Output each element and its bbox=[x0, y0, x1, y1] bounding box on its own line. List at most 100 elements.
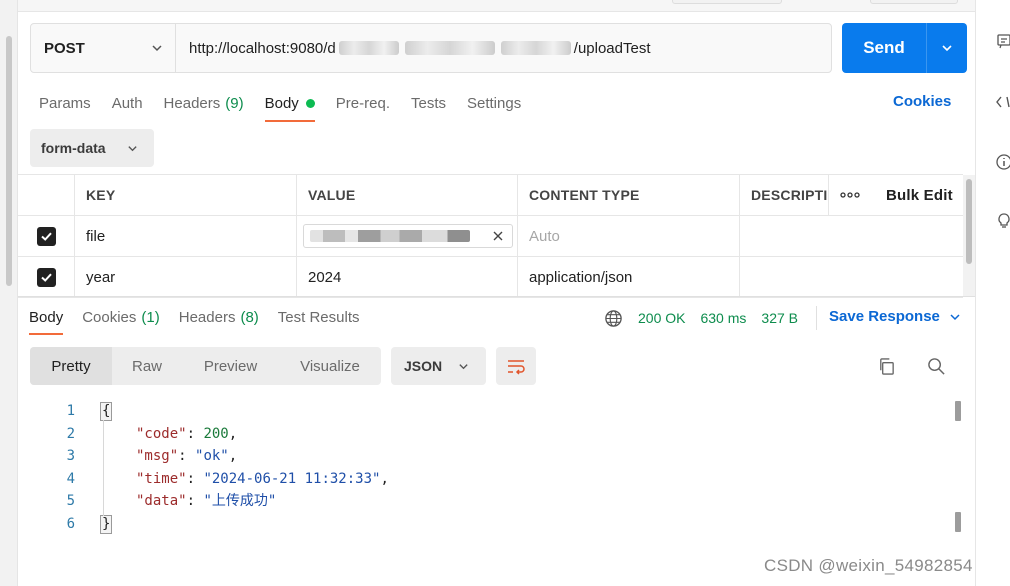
json-key: "code" bbox=[136, 425, 187, 442]
code-scrollbar-marker[interactable] bbox=[955, 401, 961, 421]
redacted-filename bbox=[310, 230, 470, 242]
column-header-value: VALUE bbox=[296, 175, 517, 215]
documentation-icon[interactable] bbox=[996, 33, 1010, 49]
copy-icon[interactable] bbox=[877, 357, 896, 376]
json-key: "time" bbox=[136, 470, 187, 487]
format-label: JSON bbox=[404, 358, 443, 374]
lightbulb-icon[interactable] bbox=[996, 213, 1010, 229]
tab-tests[interactable]: Tests bbox=[411, 90, 446, 116]
wrap-lines-button[interactable] bbox=[496, 347, 536, 385]
response-tab-body[interactable]: Body bbox=[29, 304, 64, 335]
chevron-down-icon bbox=[950, 313, 960, 320]
description-input[interactable] bbox=[739, 257, 963, 297]
response-tab-cookies[interactable]: Cookies (1) bbox=[82, 304, 160, 330]
row-checkbox[interactable] bbox=[36, 226, 56, 246]
active-dot-icon bbox=[305, 98, 315, 108]
view-visualize[interactable]: Visualize bbox=[279, 347, 381, 385]
column-header-content-type: CONTENT TYPE bbox=[517, 175, 739, 215]
save-response-label: Save Response bbox=[829, 308, 940, 325]
json-string: "上传成功" bbox=[203, 493, 277, 509]
column-header-description: DESCRIPTI bbox=[739, 175, 828, 215]
tab-auth[interactable]: Auth bbox=[112, 90, 143, 116]
json-trail: , bbox=[228, 448, 238, 464]
file-chip[interactable] bbox=[303, 224, 513, 248]
top-ghost-button bbox=[672, 0, 782, 4]
params-table: KEY VALUE CONTENT TYPE DESCRIPTI Bulk Ed… bbox=[18, 174, 963, 298]
row-checkbox-cell bbox=[18, 216, 74, 256]
request-bar: POST http://localhost:9080/d /uploadTest bbox=[30, 23, 832, 73]
send-button[interactable]: Send bbox=[842, 23, 967, 73]
status-code[interactable]: 200 OK bbox=[638, 310, 685, 326]
bulk-edit-button[interactable]: Bulk Edit bbox=[874, 175, 963, 215]
view-preview[interactable]: Preview bbox=[182, 347, 279, 385]
content-type-input[interactable]: application/json bbox=[517, 257, 739, 297]
response-tab-test-results[interactable]: Test Results bbox=[278, 304, 360, 330]
format-select[interactable]: JSON bbox=[391, 347, 486, 385]
redacted-url-part bbox=[500, 41, 571, 55]
json-key: "data" bbox=[136, 493, 187, 509]
json-sep: : bbox=[186, 493, 204, 509]
method-label: POST bbox=[44, 39, 85, 57]
tab-body[interactable]: Body bbox=[264, 90, 316, 122]
line-number: 3 bbox=[66, 448, 75, 464]
chevron-down-icon bbox=[152, 45, 162, 52]
tab-label: Settings bbox=[467, 94, 522, 112]
pane-divider[interactable] bbox=[18, 296, 975, 297]
row-checkbox[interactable] bbox=[36, 267, 56, 287]
code-line: } bbox=[100, 513, 113, 536]
code-icon[interactable] bbox=[996, 94, 1010, 110]
param-value[interactable]: 2024 bbox=[296, 257, 517, 297]
view-raw[interactable]: Raw bbox=[112, 347, 182, 385]
tab-headers[interactable]: Headers (9) bbox=[164, 90, 244, 116]
method-select[interactable]: POST bbox=[31, 24, 176, 72]
info-icon[interactable] bbox=[996, 154, 1010, 170]
line-number: 6 bbox=[66, 515, 75, 532]
param-value[interactable] bbox=[296, 216, 517, 256]
wrap-lines-icon bbox=[508, 360, 525, 375]
tab-pre-request[interactable]: Pre-req. bbox=[336, 90, 390, 116]
more-options-icon[interactable] bbox=[828, 175, 874, 215]
view-mode-segment: Pretty Raw Preview Visualize bbox=[30, 347, 381, 385]
url-start: http://localhost:9080/d bbox=[189, 39, 336, 57]
tab-label: Body bbox=[29, 308, 64, 326]
code-scrollbar-marker[interactable] bbox=[955, 512, 961, 532]
tab-settings[interactable]: Settings bbox=[467, 90, 521, 116]
globe-icon[interactable] bbox=[604, 309, 623, 328]
save-response-button[interactable]: Save Response bbox=[829, 308, 961, 325]
tab-label: Headers bbox=[178, 308, 236, 326]
body-mode-select[interactable]: form-data bbox=[30, 129, 154, 167]
response-size[interactable]: 327 B bbox=[761, 310, 798, 326]
code-line: { bbox=[100, 400, 113, 423]
close-icon[interactable] bbox=[492, 230, 504, 242]
line-number: 4 bbox=[66, 470, 75, 487]
params-scrollbar[interactable] bbox=[963, 175, 975, 296]
line-number: 5 bbox=[66, 493, 75, 509]
tab-label: Params bbox=[39, 94, 91, 112]
view-pretty[interactable]: Pretty bbox=[30, 347, 112, 385]
url-input[interactable]: http://localhost:9080/d /uploadTest bbox=[176, 24, 831, 72]
param-key[interactable]: file bbox=[74, 216, 296, 256]
checkmark-icon bbox=[40, 232, 52, 241]
left-scrollbar-thumb[interactable] bbox=[6, 36, 12, 286]
content-type-input[interactable]: Auto bbox=[517, 216, 739, 256]
right-sidebar bbox=[975, 0, 1010, 586]
description-input[interactable] bbox=[739, 216, 963, 256]
tab-params[interactable]: Params bbox=[39, 90, 91, 116]
left-scrollbar[interactable] bbox=[0, 0, 18, 586]
top-ghost-button bbox=[870, 0, 958, 4]
params-scrollbar-thumb[interactable] bbox=[966, 179, 972, 264]
search-icon[interactable] bbox=[927, 357, 946, 376]
tab-label: Pre-req. bbox=[335, 94, 390, 112]
top-strip bbox=[18, 0, 975, 12]
code-line: "code": 200, bbox=[136, 423, 237, 446]
request-tabs: Params Auth Headers (9) Body Pre-req. Tes… bbox=[39, 90, 542, 124]
response-tab-headers[interactable]: Headers (8) bbox=[179, 304, 259, 330]
send-dropdown[interactable] bbox=[926, 23, 967, 73]
cookies-link[interactable]: Cookies bbox=[893, 93, 951, 110]
line-number: 2 bbox=[66, 425, 75, 442]
response-body-viewer[interactable]: 1 2 3 4 5 6 { "code": 200, "msg": "ok", … bbox=[30, 400, 945, 540]
param-key[interactable]: year bbox=[74, 257, 296, 297]
table-row: file Auto bbox=[18, 216, 963, 257]
response-time[interactable]: 630 ms bbox=[700, 310, 746, 326]
close-brace: } bbox=[100, 514, 113, 534]
